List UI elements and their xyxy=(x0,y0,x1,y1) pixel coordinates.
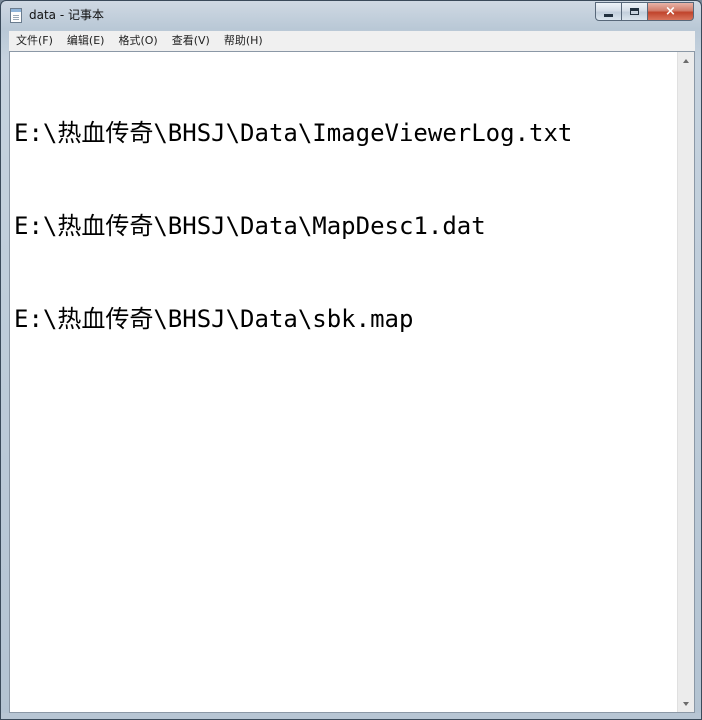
close-button[interactable]: × xyxy=(648,2,694,21)
maximize-icon xyxy=(630,8,639,15)
menu-help[interactable]: 帮助(H) xyxy=(217,31,270,51)
arrow-down-icon xyxy=(683,701,689,706)
vertical-scrollbar[interactable] xyxy=(677,52,694,712)
notepad-window: data - 记事本 × 文件(F) 编辑(E) 格式(O) 查看(V) 帮助(… xyxy=(0,0,702,720)
document-text[interactable]: E:\热血传奇\BHSJ\Data\ImageViewerLog.txt E:\… xyxy=(14,56,676,397)
menu-bar: 文件(F) 编辑(E) 格式(O) 查看(V) 帮助(H) xyxy=(9,31,695,52)
window-bottom-border xyxy=(1,713,701,719)
text-editor[interactable]: E:\热血传奇\BHSJ\Data\ImageViewerLog.txt E:\… xyxy=(9,51,695,713)
window-title: data - 记事本 xyxy=(29,8,104,22)
menu-file[interactable]: 文件(F) xyxy=(9,31,60,51)
text-line-3[interactable]: E:\热血传奇\BHSJ\Data\sbk.map xyxy=(14,304,676,335)
text-line-1[interactable]: E:\热血传奇\BHSJ\Data\ImageViewerLog.txt xyxy=(14,118,676,149)
menu-edit[interactable]: 编辑(E) xyxy=(60,31,112,51)
menu-format[interactable]: 格式(O) xyxy=(111,31,164,51)
close-icon: × xyxy=(665,4,676,19)
text-line-2[interactable]: E:\热血传奇\BHSJ\Data\MapDesc1.dat xyxy=(14,211,676,242)
title-bar[interactable]: data - 记事本 × xyxy=(1,1,701,30)
menu-view[interactable]: 查看(V) xyxy=(165,31,217,51)
minimize-button[interactable] xyxy=(595,2,622,21)
arrow-up-icon xyxy=(683,58,689,63)
minimize-icon xyxy=(604,13,613,17)
notepad-icon[interactable] xyxy=(10,8,22,23)
scroll-down-button[interactable] xyxy=(678,695,694,712)
maximize-button[interactable] xyxy=(622,2,648,21)
scroll-up-button[interactable] xyxy=(678,52,694,69)
